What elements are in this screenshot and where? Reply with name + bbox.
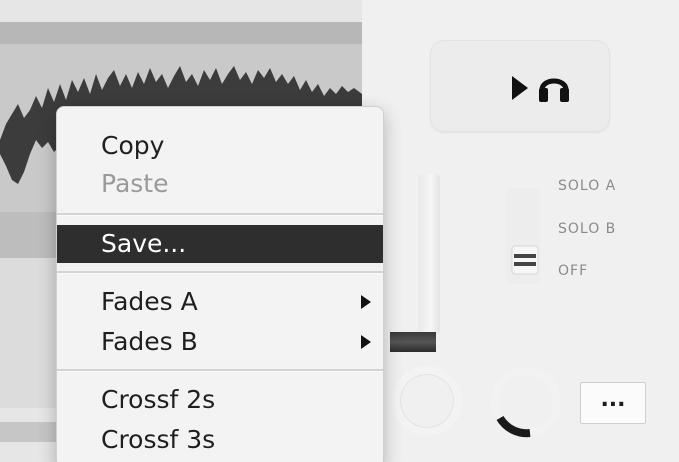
menu-item-label: Paste bbox=[101, 169, 169, 198]
solo-switch-knob[interactable] bbox=[510, 242, 540, 278]
menu-item-label: Copy bbox=[101, 131, 165, 160]
menu-separator bbox=[57, 369, 383, 372]
menu-separator bbox=[57, 213, 383, 216]
solo-a-label: SOLO A bbox=[558, 178, 617, 194]
rotary-knob[interactable] bbox=[488, 364, 564, 440]
solo-b-label: SOLO B bbox=[558, 221, 617, 237]
volume-fader-track[interactable] bbox=[418, 174, 440, 334]
lane-band bbox=[0, 258, 56, 408]
submenu-arrow-icon bbox=[361, 295, 371, 309]
menu-item-crossfade-3s[interactable]: Crossf 3s bbox=[57, 421, 383, 459]
menu-item-save[interactable]: Save... bbox=[57, 225, 383, 263]
rotary-knob[interactable] bbox=[392, 366, 462, 436]
menu-item-fades-a[interactable]: Fades A bbox=[57, 283, 383, 321]
context-menu: Copy Paste Save... Fades A Fades B Cross… bbox=[56, 106, 384, 462]
lane-band bbox=[0, 422, 56, 442]
play-icon bbox=[512, 76, 528, 100]
submenu-arrow-icon bbox=[361, 335, 371, 349]
more-options-button[interactable]: ... bbox=[580, 382, 646, 424]
menu-item-label: Crossf 3s bbox=[101, 425, 216, 454]
menu-item-label: Crossf 2s bbox=[101, 385, 216, 414]
menu-separator bbox=[57, 271, 383, 274]
solo-off-label: OFF bbox=[558, 263, 589, 279]
menu-item-paste: Paste bbox=[57, 165, 383, 203]
volume-fader-handle[interactable] bbox=[390, 332, 436, 352]
menu-item-label: Fades B bbox=[101, 327, 198, 356]
menu-item-label: Save... bbox=[101, 229, 187, 258]
menu-item-copy[interactable]: Copy bbox=[57, 127, 383, 165]
track-header-bar bbox=[0, 22, 362, 44]
menu-item-fades-b[interactable]: Fades B bbox=[57, 323, 383, 361]
menu-item-label: Fades A bbox=[101, 287, 198, 316]
menu-item-crossfade-2s[interactable]: Crossf 2s bbox=[57, 381, 383, 419]
app-window: SOLO A SOLO B OFF ... Copy Paste Save...… bbox=[0, 0, 679, 462]
headphones-icon bbox=[539, 78, 569, 102]
lane-band bbox=[0, 212, 56, 258]
